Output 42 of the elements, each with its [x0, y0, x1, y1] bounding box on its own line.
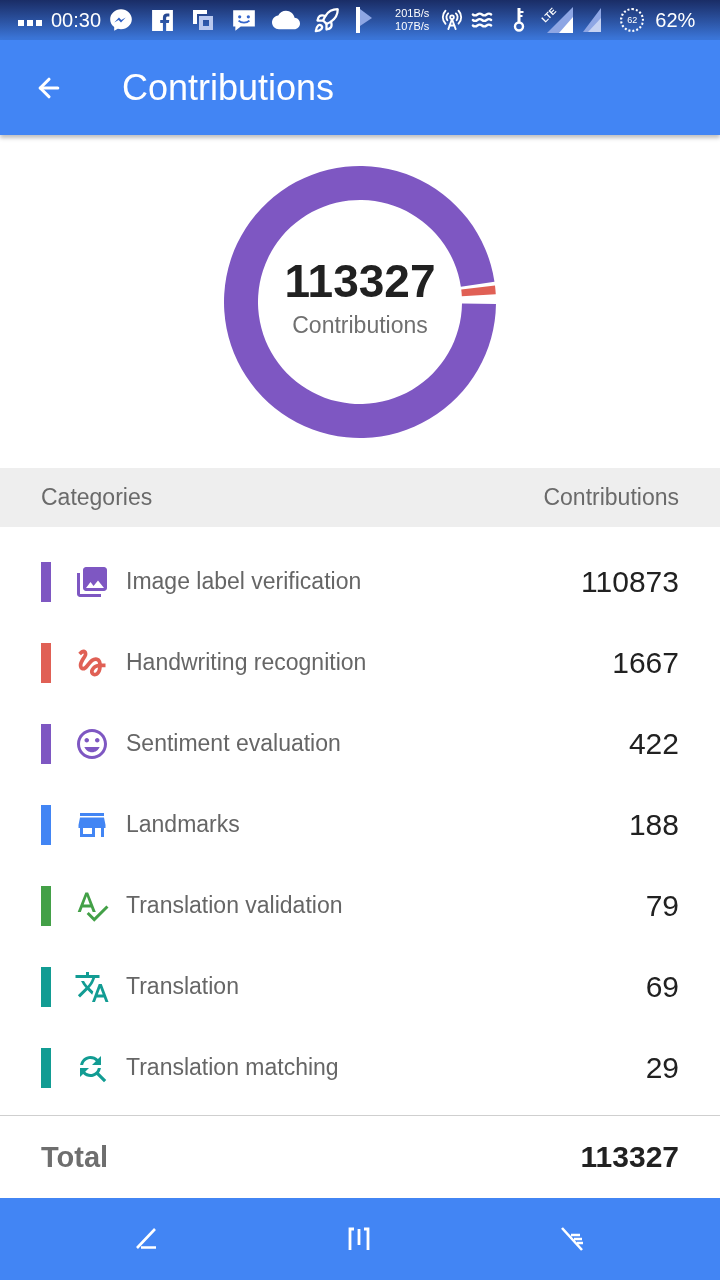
category-count: 1667 — [612, 647, 679, 678]
category-count: 29 — [645, 1052, 679, 1083]
category-count: 69 — [645, 971, 679, 1002]
facebook-icon — [150, 7, 176, 33]
waves-icon — [471, 9, 494, 31]
category-count: 79 — [645, 890, 679, 921]
signal-icon — [583, 8, 602, 32]
chat-icon — [231, 7, 258, 33]
flag-icon — [356, 7, 373, 33]
key-icon — [513, 8, 526, 32]
bars-icon[interactable] — [346, 1227, 372, 1251]
cloud-icon — [272, 10, 301, 30]
column-header: Contributions — [543, 486, 679, 509]
column-header: Categories — [41, 486, 153, 509]
rocket-icon — [313, 6, 341, 34]
category-count: 422 — [628, 728, 679, 759]
battery-percent: 62% — [655, 10, 696, 30]
page-title: Contributions — [122, 69, 335, 106]
squares-icon — [191, 8, 216, 32]
network-speed: 107B/s — [395, 20, 430, 33]
dots-icon — [18, 19, 42, 27]
total-caption: Contributions — [292, 314, 428, 337]
messenger-icon — [108, 7, 135, 33]
lte-label: LTE — [540, 6, 559, 25]
category-label: Sentiment evaluation — [126, 732, 341, 755]
clock: 00:30 — [51, 10, 102, 30]
slash-lines-icon[interactable] — [560, 1226, 586, 1252]
category-label: Translation — [126, 975, 239, 998]
angle-icon[interactable] — [134, 1227, 158, 1251]
total-value: 113327 — [580, 1142, 679, 1172]
total-label: Total — [41, 1142, 109, 1172]
category-label: Image label verification — [126, 570, 362, 593]
category-label: Translation validation — [126, 894, 343, 917]
category-label: Translation matching — [126, 1056, 339, 1079]
network-speed: 201B/s — [395, 7, 430, 20]
category-count: 110873 — [581, 566, 679, 597]
total-count: 113327 — [284, 258, 436, 304]
category-label: Landmarks — [126, 813, 240, 836]
category-label: Handwriting recognition — [126, 651, 367, 674]
antenna-icon — [441, 9, 464, 31]
category-count: 188 — [628, 809, 679, 840]
battery-ring-level: 62 — [627, 15, 638, 25]
